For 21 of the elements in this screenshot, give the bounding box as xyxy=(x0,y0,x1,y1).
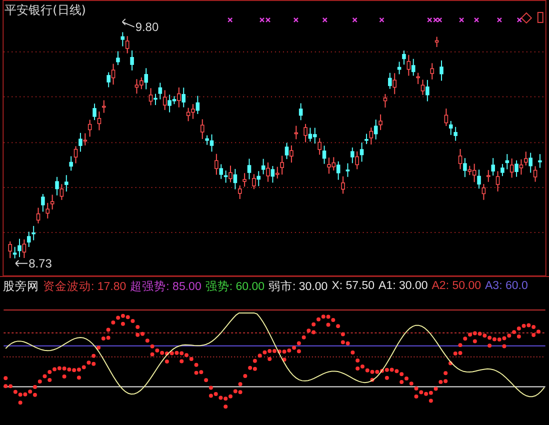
candlestick xyxy=(294,125,298,140)
candlestick xyxy=(440,60,444,82)
candlestick xyxy=(383,94,388,108)
legend-label: 强势: 60.00 xyxy=(205,280,265,294)
chart-title: 平安银行(日线) xyxy=(4,2,86,17)
high-price-label: 9.80 xyxy=(135,20,159,34)
legend-label: X: 57.50 xyxy=(332,280,375,292)
low-price-label: 8.73 xyxy=(28,256,52,270)
legend-label: 弱市: 30.00 xyxy=(268,279,328,294)
square-icon[interactable] xyxy=(537,12,544,23)
indicator-name: 股旁网 xyxy=(3,280,39,294)
candlestick xyxy=(298,102,303,121)
legend-label: A2: 50.00 xyxy=(432,280,481,292)
candlestick xyxy=(434,36,439,48)
legend-label: A3: 60.0 xyxy=(485,280,528,292)
legend-label: 资金波动: 17.80 xyxy=(43,280,126,294)
pointer-arrow-icon xyxy=(122,18,135,28)
diamond-icon[interactable] xyxy=(520,12,532,24)
legend-label: A1: 30.00 xyxy=(378,280,428,292)
legend-label: 超强势: 85.00 xyxy=(130,280,202,294)
pointer-arrow-icon xyxy=(15,260,28,267)
